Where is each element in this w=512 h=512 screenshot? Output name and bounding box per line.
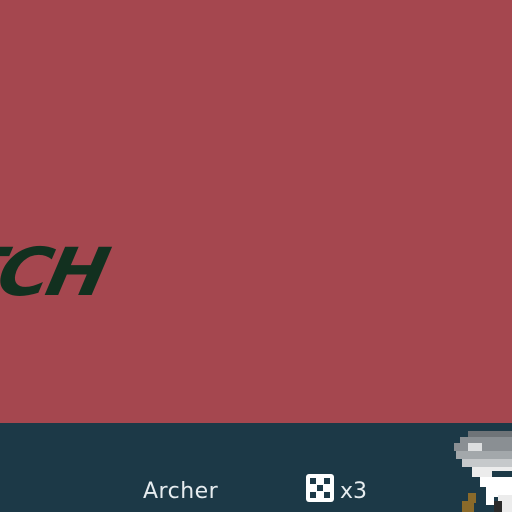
banner-title: TCH	[0, 233, 113, 311]
unit-name-label: Archer	[143, 479, 219, 504]
dice-pip	[310, 478, 316, 484]
dice-pip	[310, 492, 316, 498]
dice-count-label: x3	[340, 479, 368, 504]
dice-pip	[317, 485, 323, 491]
archer-portrait-icon[interactable]	[446, 431, 512, 512]
dice-pip	[324, 478, 330, 484]
dice-pip	[324, 492, 330, 498]
dice-five-icon	[306, 474, 334, 502]
game-stage: TCH	[0, 0, 512, 423]
unit-info-bar: Archer x3	[0, 423, 512, 512]
